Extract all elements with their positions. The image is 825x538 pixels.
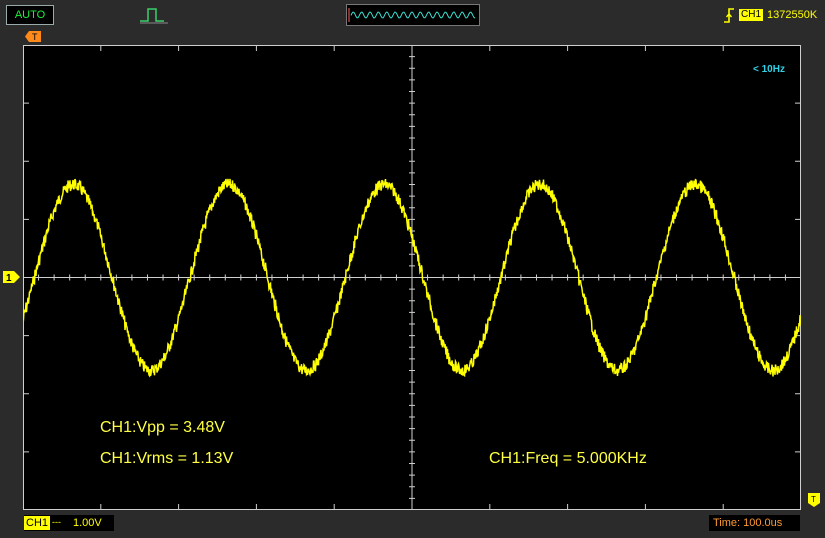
graticule (23, 45, 801, 510)
trigger-channel-label: CH1 (739, 9, 764, 21)
status-bar: CH1 --- 1.00V Time: 100.0us (0, 512, 825, 538)
mini-waveform-icon[interactable] (346, 4, 480, 26)
volts-per-div: 1.00V (73, 517, 102, 529)
timebase-end-marker-icon[interactable]: T (808, 493, 820, 507)
coupling-indicator: --- (52, 517, 61, 527)
frequency-measurement: CH1:Freq = 5.000KHz (489, 450, 647, 467)
pulse-icon (140, 8, 168, 24)
channel-level-marker-icon[interactable]: 1 (3, 271, 20, 283)
svg-text:T: T (811, 495, 816, 504)
waveform-plot (23, 45, 801, 510)
svg-text:T: T (32, 32, 38, 42)
acquisition-mode-button[interactable]: AUTO (6, 5, 54, 25)
toolbar: AUTO CH1 1372550K (0, 0, 825, 30)
rising-edge-trigger-icon (724, 8, 734, 23)
trigger-position-marker-icon[interactable]: T (25, 31, 41, 42)
vrms-measurement: CH1:Vrms = 1.13V (100, 450, 234, 467)
trigger-value: 1372550K (767, 9, 818, 21)
vpp-measurement: CH1:Vpp = 3.48V (100, 419, 225, 436)
frequency-hint: < 10Hz (753, 64, 785, 75)
svg-text:1: 1 (6, 273, 12, 283)
time-base[interactable]: Time: 100.0us (709, 515, 800, 531)
channel-label: CH1 (24, 516, 51, 530)
